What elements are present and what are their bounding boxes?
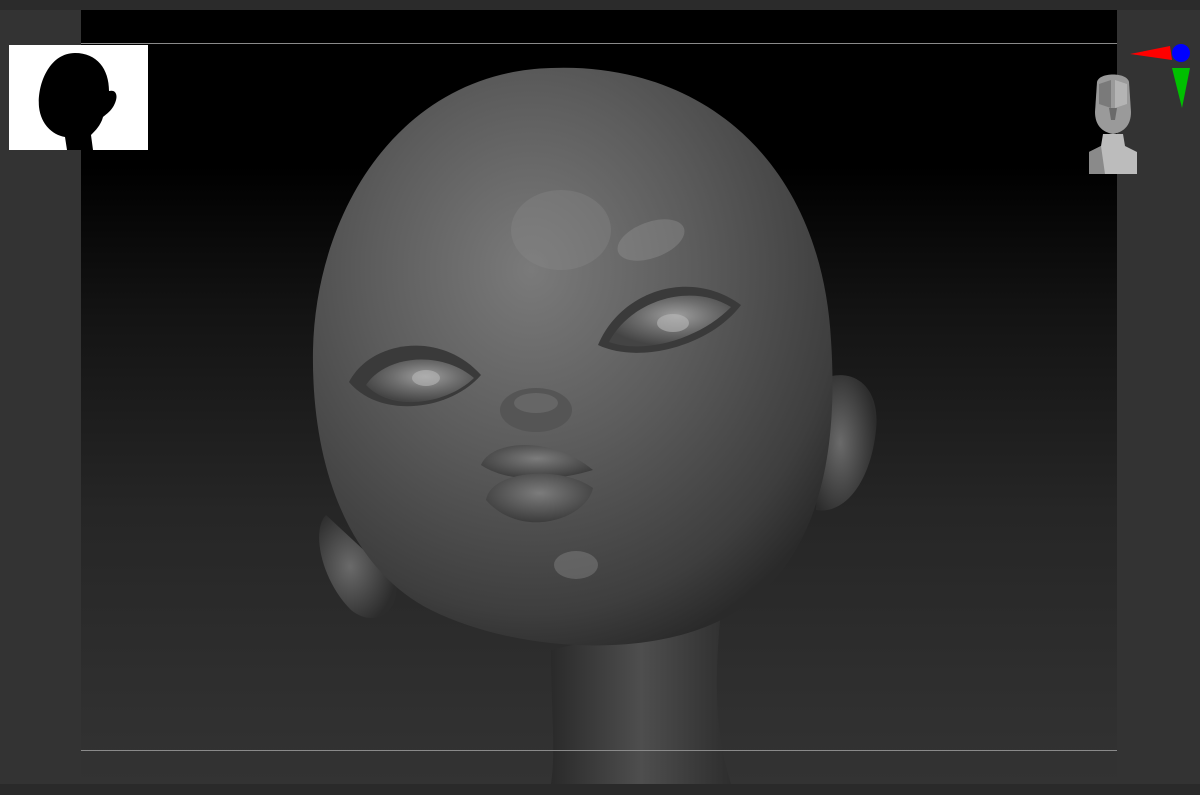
forehead-highlight xyxy=(511,190,611,270)
silhouette-preview[interactable] xyxy=(9,45,148,150)
head-orientation-gizmo[interactable] xyxy=(1085,68,1141,176)
canvas-viewport[interactable] xyxy=(81,10,1117,784)
zbrush-window xyxy=(0,0,1200,795)
canvas-bottom-border xyxy=(81,750,1117,751)
sculpted-head-model[interactable] xyxy=(81,10,1117,784)
head-silhouette-icon xyxy=(38,53,117,150)
chin-highlight xyxy=(554,551,598,579)
bottom-toolbar-strip xyxy=(0,784,1200,795)
head-orientation-icon xyxy=(1089,74,1137,174)
